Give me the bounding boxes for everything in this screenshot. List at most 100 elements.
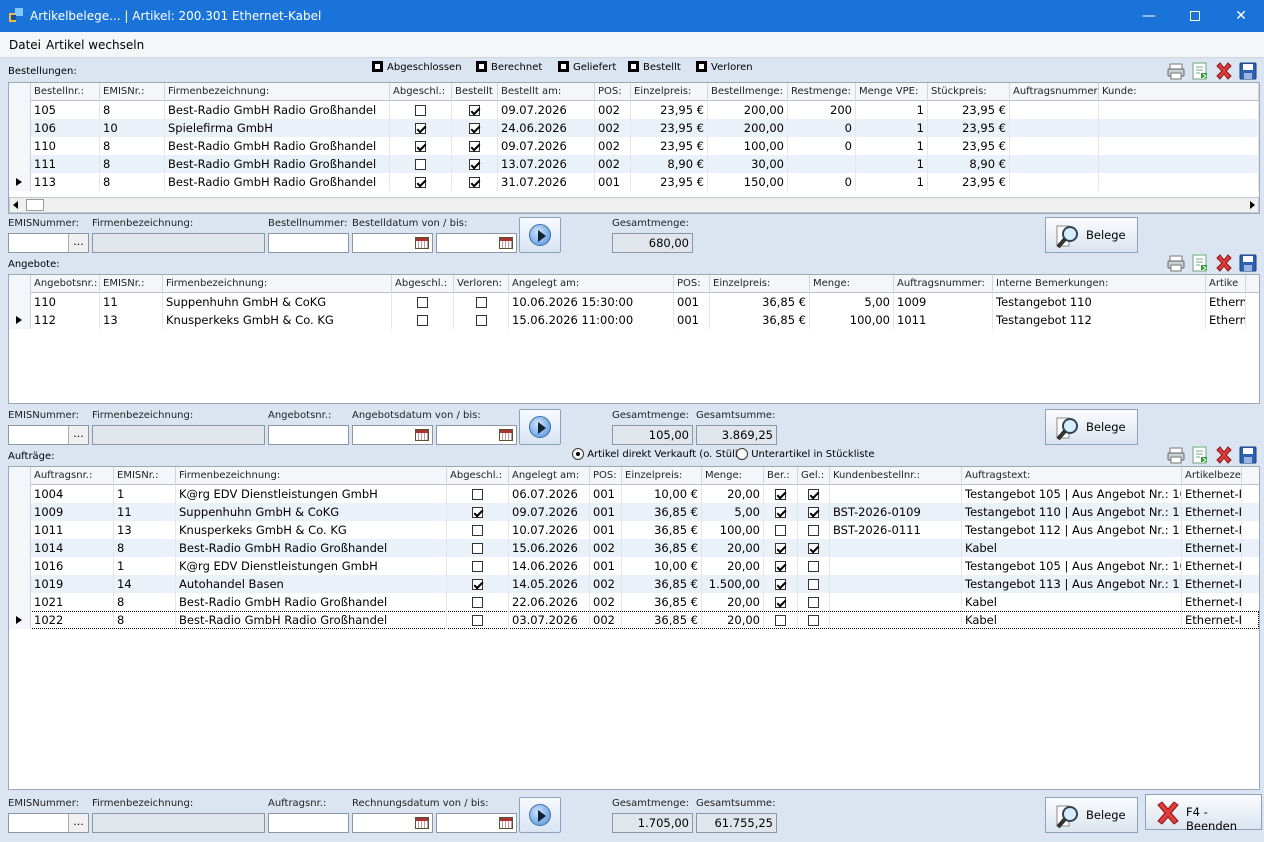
radio-direkt[interactable]: Artikel direkt Verkauft (o. Stüli) (572, 448, 742, 460)
auftraege-grid[interactable]: Auftragsnr.: EMISNr.: Firmenbezeichnung: Ab… (8, 466, 1260, 790)
row-checkbox[interactable] (808, 561, 819, 572)
radio-stueckliste[interactable]: Unterartikel in Stückliste (736, 448, 875, 460)
datum-von-input[interactable] (352, 233, 433, 253)
calendar-icon[interactable] (499, 429, 513, 441)
row-checkbox[interactable] (475, 315, 487, 326)
row-checkbox[interactable] (415, 177, 426, 188)
search-play-button[interactable] (519, 409, 561, 445)
column-header[interactable]: Bestellnr.: (31, 83, 100, 101)
row-checkbox[interactable] (775, 561, 786, 572)
calendar-icon[interactable] (415, 429, 429, 441)
row-checkbox[interactable] (472, 561, 483, 572)
row-checkbox[interactable] (417, 297, 428, 308)
column-header[interactable]: EMISNr.: (114, 467, 176, 485)
bestellungen-save-button[interactable] (1239, 62, 1257, 80)
column-header[interactable]: Abgeschl.: (392, 275, 454, 293)
column-header[interactable]: Auftragsnummer: (1010, 83, 1099, 101)
column-header[interactable]: EMISNr.: (100, 83, 165, 101)
row-checkbox[interactable] (415, 141, 426, 152)
row-checkbox[interactable] (469, 177, 480, 188)
row-checkbox[interactable] (775, 615, 786, 626)
row-checkbox[interactable] (469, 123, 480, 134)
emis-lookup-button[interactable]: ... (68, 234, 88, 252)
table-row[interactable]: 113 8 Best-Radio GmbH Radio Großhandel 31.0… (9, 173, 1259, 191)
column-header[interactable]: Gel.: (798, 467, 830, 485)
row-checkbox[interactable] (415, 105, 426, 116)
row-checkbox[interactable] (472, 615, 483, 626)
row-checkbox[interactable] (808, 507, 819, 518)
bestellungen-grid[interactable]: Bestellnr.: EMISNr.: Firmenbezeichnung: Abg… (8, 82, 1260, 214)
scroll-thumb[interactable] (26, 199, 44, 211)
angebote-printer-button[interactable] (1167, 254, 1185, 272)
table-row[interactable]: 1021 8 Best-Radio GmbH Radio Großhandel 22.… (9, 593, 1259, 611)
scroll-right-icon[interactable] (1250, 201, 1255, 209)
search-play-button[interactable] (519, 217, 561, 253)
datum-bis-input[interactable] (436, 813, 517, 833)
datum-von-input[interactable] (352, 813, 433, 833)
column-header[interactable]: Einzelpreis: (622, 467, 702, 485)
emis-lookup-button[interactable]: ... (68, 814, 88, 832)
column-header[interactable]: Artikelbeze (1182, 467, 1242, 485)
row-checkbox[interactable] (808, 489, 819, 500)
column-header[interactable]: Menge: (702, 467, 764, 485)
table-row[interactable]: 1019 14 Autohandel Basen 14.05.2026 002 36,85… (9, 575, 1259, 593)
menu-artikel-wechseln[interactable]: Artikel wechseln (46, 38, 144, 52)
row-checkbox[interactable] (415, 123, 426, 134)
auftraege-save-button[interactable] (1239, 446, 1257, 464)
belege-button[interactable]: Belege (1045, 217, 1138, 253)
beenden-button[interactable]: F4 - Beenden (1145, 794, 1262, 833)
row-checkbox[interactable] (472, 507, 483, 518)
table-row[interactable]: 1009 11 Suppenhuhn GmbH & CoKG 09.07.2026 00… (9, 503, 1259, 521)
row-checkbox[interactable] (808, 579, 819, 590)
angebote-export-button[interactable] (1191, 254, 1209, 272)
row-checkbox[interactable] (469, 141, 480, 152)
column-header[interactable]: Auftragsnummer: (894, 275, 993, 293)
column-header[interactable]: Menge VPE: (856, 83, 928, 101)
calendar-icon[interactable] (499, 817, 513, 829)
column-header[interactable]: Restmenge: (788, 83, 856, 101)
column-header[interactable]: Stückpreis: (928, 83, 1010, 101)
auftraege-printer-button[interactable] (1167, 446, 1185, 464)
column-header[interactable]: Kundenbestellnr.: (830, 467, 962, 485)
table-row[interactable]: 110 11 Suppenhuhn GmbH & CoKG 10.06.2026 15… (9, 293, 1259, 311)
column-header[interactable]: Angelegt am: (509, 467, 590, 485)
row-checkbox[interactable] (808, 525, 819, 536)
table-row[interactable]: 106 10 Spielefirma GmbH 24.06.2026 002 23,95 … (9, 119, 1259, 137)
table-row[interactable]: 110 8 Best-Radio GmbH Radio Großhandel 09.0… (9, 137, 1259, 155)
column-header[interactable]: Auftragsnr.: (31, 467, 114, 485)
column-header[interactable]: Bestellt am: (498, 83, 595, 101)
row-checkbox[interactable] (417, 315, 428, 326)
column-header[interactable]: Menge: (810, 275, 894, 293)
row-checkbox[interactable] (469, 159, 480, 170)
row-checkbox[interactable] (472, 525, 483, 536)
calendar-icon[interactable] (415, 817, 429, 829)
column-header[interactable]: POS: (674, 275, 710, 293)
nr-input[interactable] (268, 425, 349, 445)
angebote-save-button[interactable] (1239, 254, 1257, 272)
column-header[interactable]: Auftragstext: (962, 467, 1182, 485)
table-row[interactable]: 1011 13 Knusperkeks GmbH & Co. KG 10.07.202… (9, 521, 1259, 539)
row-checkbox[interactable] (775, 579, 786, 590)
row-checkbox[interactable] (775, 507, 786, 518)
column-header[interactable]: Angebotsnr.: (31, 275, 100, 293)
datum-von-input[interactable] (352, 425, 433, 445)
row-checkbox[interactable] (415, 159, 426, 170)
belege-button[interactable]: Belege (1045, 409, 1138, 445)
table-row[interactable]: 1004 1 K@rg EDV Dienstleistungen GmbH 06.07… (9, 485, 1259, 503)
row-checkbox[interactable] (775, 597, 786, 608)
angebote-grid[interactable]: Angebotsnr.: EMISNr.: Firmenbezeichnung: Ab… (8, 274, 1260, 404)
column-header[interactable]: POS: (595, 83, 631, 101)
emis-input[interactable]: ... (8, 425, 89, 445)
row-checkbox[interactable] (808, 597, 819, 608)
search-play-button[interactable] (519, 797, 561, 833)
column-header[interactable]: Ber.: (764, 467, 798, 485)
table-row[interactable]: 105 8 Best-Radio GmbH Radio Großhandel 09.0… (9, 101, 1259, 119)
emis-input[interactable]: ... (8, 813, 89, 833)
auftraege-delete-button[interactable] (1215, 446, 1233, 464)
column-header[interactable]: Firmenbezeichnung: (176, 467, 447, 485)
calendar-icon[interactable] (499, 237, 513, 249)
column-header[interactable]: Artike (1206, 275, 1246, 293)
table-row[interactable]: 1016 1 K@rg EDV Dienstleistungen GmbH 14.06… (9, 557, 1259, 575)
column-header[interactable]: Kunde: (1099, 83, 1259, 101)
emis-lookup-button[interactable]: ... (68, 426, 88, 444)
